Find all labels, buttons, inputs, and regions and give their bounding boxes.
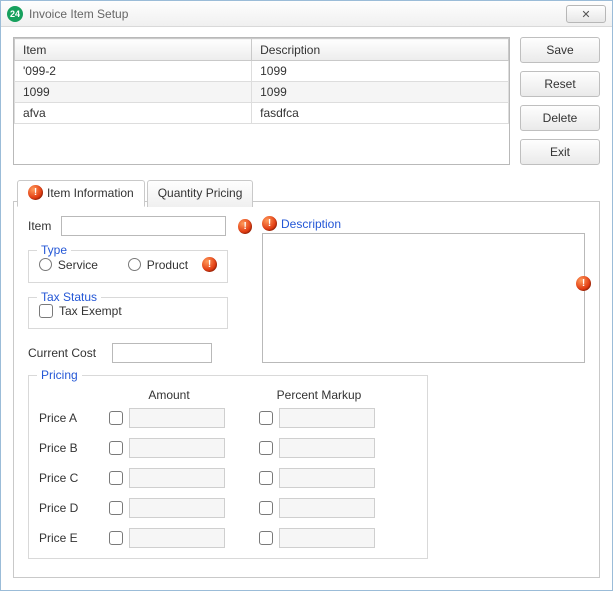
price-b-amount-input[interactable] [129, 438, 225, 458]
reset-button[interactable]: Reset [520, 71, 600, 97]
price-a-amount-input[interactable] [129, 408, 225, 428]
tax-exempt-label: Tax Exempt [59, 304, 122, 318]
error-icon [28, 185, 43, 200]
items-grid[interactable]: Item Description '099-2 1099 1099 1099 [13, 37, 510, 165]
price-e-markup-input[interactable] [279, 528, 375, 548]
price-e-amount-check[interactable] [109, 531, 123, 545]
current-cost-label: Current Cost [28, 346, 106, 360]
price-b-amount-check[interactable] [109, 441, 123, 455]
table-row[interactable]: 1099 1099 [15, 82, 509, 103]
pricing-group: Pricing Amount Percent Markup Price A [28, 375, 428, 559]
app-icon: 24 [7, 6, 23, 22]
error-icon [262, 216, 277, 231]
cell-desc: 1099 [252, 82, 509, 103]
price-c-label: Price C [39, 471, 109, 485]
tab-quantity-pricing[interactable]: Quantity Pricing [147, 180, 254, 207]
tax-status-group: Tax Status Tax Exempt [28, 297, 228, 329]
product-label: Product [147, 258, 188, 272]
col-header-description[interactable]: Description [252, 39, 509, 61]
tab-label: Quantity Pricing [158, 186, 243, 200]
error-icon [238, 219, 252, 234]
price-c-amount-input[interactable] [129, 468, 225, 488]
action-buttons: Save Reset Delete Exit [520, 37, 600, 165]
price-d-markup-input[interactable] [279, 498, 375, 518]
tab-item-information[interactable]: Item Information [17, 180, 145, 207]
cell-desc: fasdfca [252, 103, 509, 124]
error-icon [202, 257, 217, 272]
price-e-amount-input[interactable] [129, 528, 225, 548]
product-radio[interactable] [128, 258, 141, 271]
item-information-panel: Item Type Service Product [13, 201, 600, 578]
price-d-markup-check[interactable] [259, 501, 273, 515]
cell-item: '099-2 [15, 61, 252, 82]
price-a-markup-check[interactable] [259, 411, 273, 425]
price-c-amount-check[interactable] [109, 471, 123, 485]
exit-button[interactable]: Exit [520, 139, 600, 165]
description-label: Description [281, 217, 341, 231]
price-e-label: Price E [39, 531, 109, 545]
close-icon: ✕ [581, 8, 590, 21]
cell-item: 1099 [15, 82, 252, 103]
type-group: Type Service Product [28, 250, 228, 283]
service-label: Service [58, 258, 98, 272]
markup-header: Percent Markup [259, 388, 379, 402]
price-d-label: Price D [39, 501, 109, 515]
form-right-column: Description [262, 216, 585, 363]
pricing-rows: Price A Price B Price C [39, 408, 417, 548]
top-row: Item Description '099-2 1099 1099 1099 [13, 37, 600, 165]
col-header-item[interactable]: Item [15, 39, 252, 61]
type-legend: Type [37, 243, 71, 257]
delete-button[interactable]: Delete [520, 105, 600, 131]
price-a-label: Price A [39, 411, 109, 425]
error-icon [576, 276, 591, 291]
client-area: Item Description '099-2 1099 1099 1099 [1, 27, 612, 590]
service-radio[interactable] [39, 258, 52, 271]
price-e-markup-check[interactable] [259, 531, 273, 545]
price-a-markup-input[interactable] [279, 408, 375, 428]
price-d-amount-input[interactable] [129, 498, 225, 518]
description-textarea[interactable] [262, 233, 585, 363]
table-row[interactable]: afva fasdfca [15, 103, 509, 124]
item-field-row: Item [28, 216, 252, 236]
form-left-column: Item Type Service Product [28, 216, 252, 363]
price-b-markup-input[interactable] [279, 438, 375, 458]
window-title: Invoice Item Setup [29, 7, 128, 21]
item-input[interactable] [61, 216, 226, 236]
price-d-amount-check[interactable] [109, 501, 123, 515]
current-cost-row: Current Cost [28, 343, 252, 363]
tab-label: Item Information [47, 186, 134, 200]
save-button[interactable]: Save [520, 37, 600, 63]
current-cost-input[interactable] [112, 343, 212, 363]
invoice-item-setup-window: 24 Invoice Item Setup ✕ Item Description [0, 0, 613, 591]
tabs-container: Item Information Quantity Pricing Item [13, 179, 600, 578]
price-c-markup-check[interactable] [259, 471, 273, 485]
cell-desc: 1099 [252, 61, 509, 82]
price-c-markup-input[interactable] [279, 468, 375, 488]
pricing-header-row: Amount Percent Markup [39, 388, 417, 402]
price-b-markup-check[interactable] [259, 441, 273, 455]
price-b-label: Price B [39, 441, 109, 455]
price-a-amount-check[interactable] [109, 411, 123, 425]
item-label: Item [28, 219, 55, 233]
pricing-legend: Pricing [37, 368, 82, 382]
window-close-button[interactable]: ✕ [566, 5, 606, 23]
table-row[interactable]: '099-2 1099 [15, 61, 509, 82]
amount-header: Amount [109, 388, 229, 402]
tax-exempt-checkbox[interactable] [39, 304, 53, 318]
cell-item: afva [15, 103, 252, 124]
tab-strip: Item Information Quantity Pricing [17, 179, 255, 206]
titlebar: 24 Invoice Item Setup ✕ [1, 1, 612, 27]
tax-status-legend: Tax Status [37, 290, 101, 304]
